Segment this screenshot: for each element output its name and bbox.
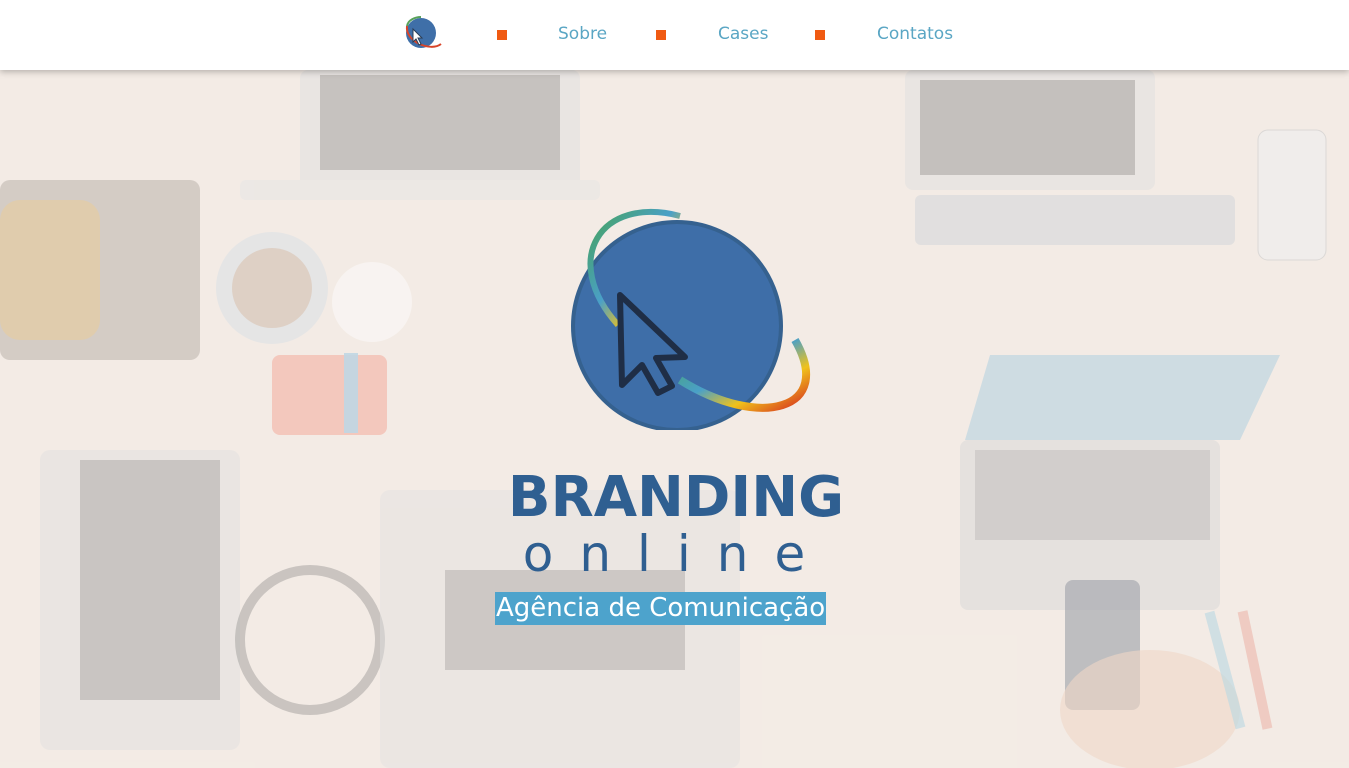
top-navigation: Sobre Cases Contatos [0,0,1349,70]
brand-title: BRANDING [507,465,845,530]
nav-link-cases[interactable]: Cases [718,24,768,44]
nav-bullet [497,30,507,40]
nav-link-contatos[interactable]: Contatos [877,24,953,44]
nav-bullet [815,30,825,40]
globe-cursor-logo-icon[interactable] [401,14,443,52]
nav-link-sobre[interactable]: Sobre [558,24,607,44]
nav-bullet [656,30,666,40]
brand-subtitle: online [522,525,832,583]
hero-section: BRANDING online Agência de Comunicação [0,70,1349,768]
globe-cursor-brand-icon [571,208,811,430]
tagline: Agência de Comunicação [495,592,827,625]
